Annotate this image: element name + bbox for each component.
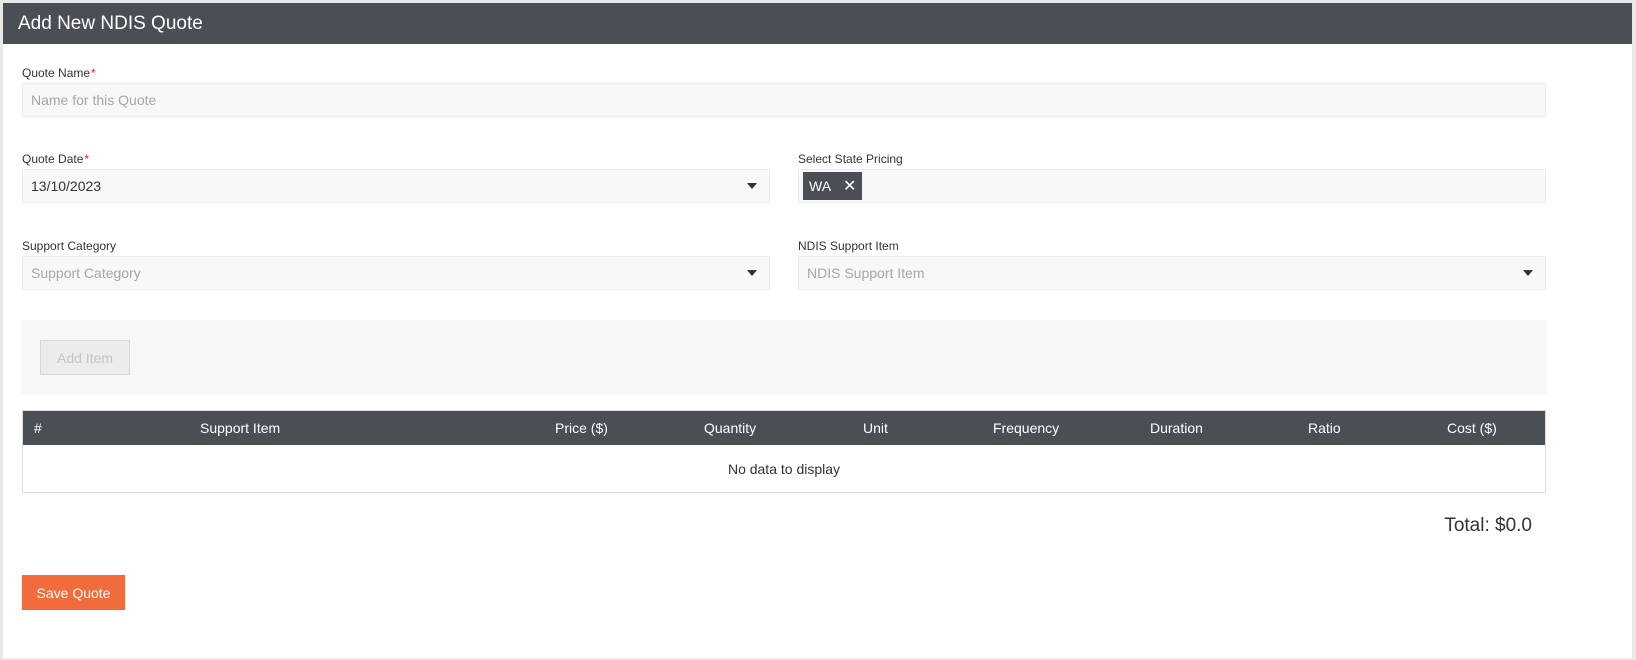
quote-panel: Add New NDIS Quote Quote Name* Quote Dat…: [3, 3, 1632, 658]
required-mark: *: [91, 66, 96, 80]
column-header[interactable]: Support Item: [200, 420, 280, 436]
required-mark: *: [84, 152, 90, 166]
close-icon[interactable]: ✕: [843, 176, 856, 196]
column-header[interactable]: Duration: [1150, 420, 1203, 436]
state-pricing-select[interactable]: WA ✕: [798, 169, 1546, 203]
quote-date-label: Quote Date*: [22, 152, 90, 166]
support-item-label: NDIS Support Item: [798, 239, 899, 253]
total-amount: Total: $0.0: [1444, 515, 1532, 536]
column-header[interactable]: Price ($): [555, 420, 608, 436]
quote-date-select[interactable]: 13/10/2023: [22, 169, 770, 203]
column-header[interactable]: Cost ($): [1447, 420, 1497, 436]
column-header[interactable]: Quantity: [704, 420, 756, 436]
page-title: Add New NDIS Quote: [18, 12, 203, 34]
column-header[interactable]: Unit: [863, 420, 888, 436]
support-item-select[interactable]: NDIS Support Item: [798, 256, 1546, 290]
table-body: No data to display: [23, 445, 1545, 492]
caret-down-icon[interactable]: [747, 183, 757, 189]
panel-header: Add New NDIS Quote: [3, 3, 1632, 44]
quote-items-table: # Support Item Price ($) Quantity Unit F…: [22, 410, 1546, 493]
quote-date-value: 13/10/2023: [31, 178, 102, 194]
caret-down-icon[interactable]: [1523, 270, 1533, 276]
column-header[interactable]: Frequency: [993, 420, 1059, 436]
support-category-select[interactable]: Support Category: [22, 256, 770, 290]
state-tag-label: WA: [809, 178, 832, 194]
quote-name-field[interactable]: [22, 83, 1546, 117]
column-header[interactable]: #: [34, 420, 42, 436]
caret-down-icon[interactable]: [747, 270, 757, 276]
table-header: # Support Item Price ($) Quantity Unit F…: [23, 411, 1545, 445]
support-category-placeholder: Support Category: [31, 265, 141, 281]
support-category-label: Support Category: [22, 239, 117, 253]
state-pricing-label: Select State Pricing: [798, 152, 903, 166]
support-item-placeholder: NDIS Support Item: [807, 265, 925, 281]
state-tag-wa: WA ✕: [803, 172, 863, 200]
empty-table-message: No data to display: [727, 460, 841, 477]
quote-name-input[interactable]: [31, 92, 1545, 108]
save-quote-button[interactable]: Save Quote: [22, 575, 125, 610]
quote-name-label: Quote Name*: [22, 66, 96, 80]
column-header[interactable]: Ratio: [1308, 420, 1341, 436]
add-item-area: Add Item: [22, 320, 1546, 394]
add-item-button[interactable]: Add Item: [40, 340, 130, 375]
